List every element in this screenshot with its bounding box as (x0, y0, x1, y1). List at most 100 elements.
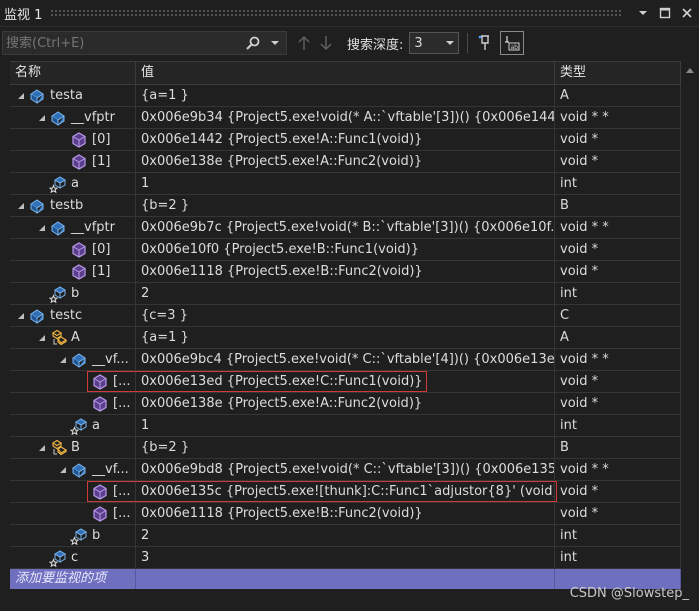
expand-triangle-icon[interactable] (35, 327, 49, 348)
value-cell[interactable]: 0x006e138e {Project5.exe!A::Func2(void)} (136, 393, 555, 414)
watch-row[interactable]: a 1 int (10, 173, 681, 195)
watch-row[interactable]: testa {a=1 } A (10, 85, 681, 107)
value-cell[interactable]: {c=3 } (136, 305, 555, 326)
value-cell[interactable]: {a=1 } (136, 327, 555, 348)
name-cell[interactable]: testc (10, 305, 136, 326)
method-icon (91, 395, 109, 413)
value-cell[interactable]: {b=2 } (136, 195, 555, 216)
watch-row[interactable]: __vfptr 0x006e9b7c {Project5.exe!void(* B… (10, 217, 681, 239)
maximize-icon[interactable] (655, 3, 675, 23)
close-icon[interactable] (677, 3, 697, 23)
watch-row[interactable]: __vf... 0x006e9bd8 {Project5.exe!void(* C… (10, 459, 681, 481)
watch-row[interactable]: testc {c=3 } C (10, 305, 681, 327)
expand-triangle-icon[interactable] (14, 195, 28, 216)
value-cell[interactable]: 0x006e135c {Project5.exe![thunk]:C::Func… (136, 481, 555, 502)
search-depth-select[interactable]: 3 (409, 32, 460, 54)
search-input[interactable] (3, 34, 242, 52)
watch-row[interactable]: [... 0x006e13ed {Project5.exe!C::Func1(vo… (10, 371, 681, 393)
value-cell[interactable]: 0x006e9b7c {Project5.exe!void(* B::`vfta… (136, 217, 555, 238)
watch-row[interactable]: [1] 0x006e1118 {Project5.exe!B::Func2(voi… (10, 261, 681, 283)
value-cell[interactable]: 0x006e1442 {Project5.exe!A::Func1(void)} (136, 129, 555, 150)
pin-value-icon[interactable]: ab (500, 31, 525, 55)
expand-triangle-icon[interactable] (14, 85, 28, 106)
name-cell[interactable]: __vf... (10, 459, 136, 480)
watch-row[interactable]: b 2 int (10, 525, 681, 547)
name-cell[interactable]: A (10, 327, 136, 348)
name-cell[interactable]: [... (10, 393, 136, 414)
dropdown-icon[interactable] (633, 3, 653, 23)
name-cell[interactable]: c (10, 547, 136, 568)
value-cell[interactable]: 1 (136, 173, 555, 194)
variable-name: a (71, 176, 79, 191)
expand-triangle-icon[interactable] (14, 305, 28, 326)
watch-row[interactable]: [1] 0x006e138e {Project5.exe!A::Func2(voi… (10, 151, 681, 173)
arrow-down-icon[interactable] (315, 32, 337, 54)
name-cell[interactable]: __vfptr (10, 107, 136, 128)
name-cell[interactable]: __vf... (10, 349, 136, 370)
value-cell[interactable]: 2 (136, 283, 555, 304)
title-drag-handle[interactable] (50, 9, 623, 17)
watch-row[interactable]: A {a=1 } A (10, 327, 681, 349)
value-cell[interactable]: 0x006e1118 {Project5.exe!B::Func2(void)} (136, 503, 555, 524)
value-cell[interactable]: 0x006e9bc4 {Project5.exe!void(* C::`vfta… (136, 349, 555, 370)
add-watch-item[interactable]: 添加要监视的项 (10, 569, 136, 589)
watch-row[interactable]: testb {b=2 } B (10, 195, 681, 217)
value-cell[interactable]: 0x006e10f0 {Project5.exe!B::Func1(void)} (136, 239, 555, 260)
watch-row[interactable]: c 3 int (10, 547, 681, 569)
value-cell[interactable]: {b=2 } (136, 437, 555, 458)
expand-triangle-icon[interactable] (35, 217, 49, 238)
variable-name: __vf... (92, 352, 129, 367)
watch-row[interactable]: a 1 int (10, 415, 681, 437)
name-cell[interactable]: [... (10, 371, 136, 392)
value-cell[interactable]: 0x006e9b34 {Project5.exe!void(* A::`vfta… (136, 107, 555, 128)
column-header-value[interactable]: 值 (136, 62, 555, 84)
name-cell[interactable]: [1] (10, 151, 136, 172)
type-cell: A (555, 85, 681, 106)
name-cell[interactable]: [0] (10, 239, 136, 260)
name-cell[interactable]: testa (10, 85, 136, 106)
expand-triangle-icon[interactable] (35, 437, 49, 458)
value-cell[interactable]: 3 (136, 547, 555, 568)
value-cell[interactable]: 1 (136, 415, 555, 436)
search-box[interactable] (2, 31, 287, 55)
name-cell[interactable]: __vfptr (10, 217, 136, 238)
search-icon[interactable] (242, 32, 264, 54)
name-cell[interactable]: [... (10, 503, 136, 524)
scroll-up-icon[interactable] (681, 61, 699, 79)
expand-triangle-icon[interactable] (56, 349, 70, 370)
type-cell: void * (555, 239, 681, 260)
value-cell[interactable]: 0x006e1118 {Project5.exe!B::Func2(void)} (136, 261, 555, 282)
watch-row[interactable]: b 2 int (10, 283, 681, 305)
name-cell[interactable]: a (10, 415, 136, 436)
watch-row[interactable]: [... 0x006e135c {Project5.exe![thunk]:C::… (10, 481, 681, 503)
value-cell[interactable]: 0x006e13ed {Project5.exe!C::Func1(void)} (136, 371, 555, 392)
expand-triangle-icon[interactable] (35, 107, 49, 128)
name-cell[interactable]: b (10, 283, 136, 304)
value-cell[interactable]: 2 (136, 525, 555, 546)
value-cell[interactable]: 0x006e9bd8 {Project5.exe!void(* C::`vfta… (136, 459, 555, 480)
watch-row[interactable]: [0] 0x006e10f0 {Project5.exe!B::Func1(voi… (10, 239, 681, 261)
name-cell[interactable]: testb (10, 195, 136, 216)
value-cell[interactable]: {a=1 } (136, 85, 555, 106)
watch-row[interactable]: B {b=2 } B (10, 437, 681, 459)
name-cell[interactable]: [... (10, 481, 136, 502)
value-cell[interactable]: 0x006e138e {Project5.exe!A::Func2(void)} (136, 151, 555, 172)
watch-row[interactable]: [... 0x006e1118 {Project5.exe!B::Func2(vo… (10, 503, 681, 525)
column-header-name[interactable]: 名称 (10, 62, 136, 84)
watch-row[interactable]: [0] 0x006e1442 {Project5.exe!A::Func1(voi… (10, 129, 681, 151)
watch-row[interactable]: __vfptr 0x006e9b34 {Project5.exe!void(* A… (10, 107, 681, 129)
name-cell[interactable]: a (10, 173, 136, 194)
search-options-icon[interactable] (264, 32, 286, 54)
pin-icon[interactable] (474, 32, 496, 54)
arrow-up-icon[interactable] (293, 32, 315, 54)
watch-row[interactable]: __vf... 0x006e9bc4 {Project5.exe!void(* C… (10, 349, 681, 371)
column-header-type[interactable]: 类型 (555, 62, 681, 84)
vertical-scrollbar[interactable] (681, 61, 699, 567)
watch-row[interactable]: [... 0x006e138e {Project5.exe!A::Func2(vo… (10, 393, 681, 415)
name-cell[interactable]: [0] (10, 129, 136, 150)
name-cell[interactable]: b (10, 525, 136, 546)
expand-triangle-icon[interactable] (56, 459, 70, 480)
name-cell[interactable]: [1] (10, 261, 136, 282)
name-cell[interactable]: B (10, 437, 136, 458)
field-icon (49, 549, 67, 567)
